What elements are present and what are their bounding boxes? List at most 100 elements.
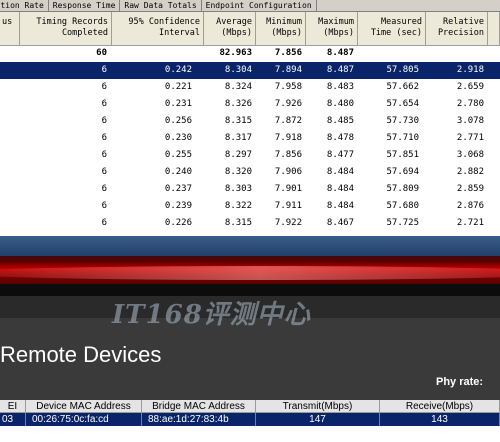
cell-conf: 0.239	[164, 201, 192, 211]
watermark-logo: IT168评测中心	[112, 300, 311, 330]
cell-max: 8.477	[326, 150, 354, 160]
column-header-transmit[interactable]: Transmit(Mbps)	[256, 400, 380, 413]
cell-min: 7.906	[274, 167, 302, 177]
cell-min: 7.856	[274, 150, 302, 160]
tab-raw-data-totals[interactable]: Raw Data Totals	[120, 0, 202, 11]
cell-avg: 8.324	[224, 82, 252, 92]
cell-time: 57.805	[386, 65, 419, 75]
table-row[interactable]: 6 0.255 8.297 7.856 8.477 57.851 3.068	[0, 147, 500, 164]
cell-min: 7.872	[274, 116, 302, 126]
cell-prec: 2.771	[456, 133, 484, 143]
column-header-ei[interactable]: EI	[0, 400, 26, 413]
cell-time: 57.851	[386, 150, 419, 160]
cell-time: 57.725	[386, 218, 419, 228]
column-header-measured-time[interactable]: Measured Time (sec)	[358, 12, 426, 46]
cell-min: 7.901	[274, 184, 302, 194]
cell-records: 6	[101, 218, 107, 228]
results-tab-strip: saction RateResponse TimeRaw Data Totals…	[0, 0, 500, 12]
cell-max: 8.484	[326, 167, 354, 177]
table-row[interactable]: 6 0.230 8.317 7.918 8.478 57.710 2.771	[0, 130, 500, 147]
column-header-maximum[interactable]: Maximum (Mbps)	[306, 12, 358, 46]
cell-prec: 2.918	[456, 65, 484, 75]
total-maximum: 8.487	[326, 48, 354, 58]
device-mac-cell[interactable]: 00:26:75:0c:fa:cd	[26, 413, 142, 426]
column-header-relative-precision[interactable]: Relative Precision	[426, 12, 488, 46]
cell-max: 8.484	[326, 184, 354, 194]
table-row[interactable]: 6 0.231 8.326 7.926 8.480 57.654 2.780	[0, 96, 500, 113]
cell-records: 6	[101, 65, 107, 75]
cell-avg: 8.315	[224, 116, 252, 126]
receive-cell[interactable]: 143	[380, 413, 500, 426]
cell-conf: 0.221	[164, 82, 192, 92]
cell-max: 8.478	[326, 133, 354, 143]
column-header-minimum[interactable]: Minimum (Mbps)	[256, 12, 306, 46]
cell-max: 8.485	[326, 116, 354, 126]
column-header-bridge-mac[interactable]: Bridge MAC Address	[142, 400, 256, 413]
cell-max: 8.487	[326, 65, 354, 75]
table-row[interactable]: 6 0.256 8.315 7.872 8.485 57.730 3.078	[0, 113, 500, 130]
tab-transaction-rate[interactable]: saction Rate	[0, 0, 49, 11]
timing-results-grid: saction RateResponse TimeRaw Data Totals…	[0, 0, 500, 236]
cell-time: 57.809	[386, 184, 419, 194]
total-average: 82.963	[219, 48, 252, 58]
banner-dark-strip	[0, 284, 500, 296]
total-minimum: 7.856	[274, 48, 302, 58]
bridge-mac-cell[interactable]: 88:ae:1d:27:83:4b	[142, 413, 256, 426]
cell-conf: 0.240	[164, 167, 192, 177]
cell-prec: 3.068	[456, 150, 484, 160]
total-records: 60	[96, 48, 107, 58]
cell-records: 6	[101, 201, 107, 211]
table-row[interactable]: 6 0.239 8.322 7.911 8.484 57.680 2.876	[0, 198, 500, 215]
table-row[interactable]: 6 0.242 8.304 7.894 8.487 57.805 2.918	[0, 62, 500, 79]
column-header-average[interactable]: Average (Mbps)	[204, 12, 256, 46]
cell-min: 7.958	[274, 82, 302, 92]
table-row[interactable]: 6 0.237 8.303 7.901 8.484 57.809 2.859	[0, 181, 500, 198]
tab-endpoint-configuration[interactable]: Endpoint Configuration	[202, 0, 317, 11]
column-header-device-mac[interactable]: Device MAC Address	[26, 400, 142, 413]
cell-conf: 0.226	[164, 218, 192, 228]
cell-records: 6	[101, 116, 107, 126]
cell-records: 6	[101, 184, 107, 194]
cell-conf: 0.237	[164, 184, 192, 194]
cell-min: 7.911	[274, 201, 302, 211]
cell-records: 6	[101, 150, 107, 160]
cell-avg: 8.326	[224, 99, 252, 109]
cell-avg: 8.304	[224, 65, 252, 75]
cell-records: 6	[101, 99, 107, 109]
cell-conf: 0.231	[164, 99, 192, 109]
banner-blue-bar	[0, 236, 500, 256]
phy-rate-label: Phy rate:	[436, 376, 484, 388]
cell-avg: 8.315	[224, 218, 252, 228]
cell-conf: 0.255	[164, 150, 192, 160]
cell-avg: 8.297	[224, 150, 252, 160]
table-row[interactable]: 6 0.226 8.315 7.922 8.467 57.725 2.721	[0, 215, 500, 232]
cell-avg: 8.320	[224, 167, 252, 177]
column-header-receive[interactable]: Receive(Mbps)	[380, 400, 500, 413]
cell-prec: 2.876	[456, 201, 484, 211]
cell-min: 7.922	[274, 218, 302, 228]
page-title: Remote Devices	[0, 342, 162, 367]
table-row[interactable]: 6 0.221 8.324 7.958 8.483 57.662 2.659	[0, 79, 500, 96]
cell-prec: 2.882	[456, 167, 484, 177]
column-header-records-completed[interactable]: Timing Records Completed	[20, 12, 112, 46]
cell-avg: 8.303	[224, 184, 252, 194]
cell-prec: 2.659	[456, 82, 484, 92]
transmit-cell[interactable]: 147	[256, 413, 380, 426]
remote-devices-panel: AP IT168评测中心 Remote Devices Phy rate: EI…	[0, 296, 500, 442]
banner-swoosh	[0, 266, 500, 280]
tab-response-time[interactable]: Response Time	[49, 0, 121, 11]
device-ei-cell[interactable]: 03	[0, 413, 26, 426]
cell-time: 57.680	[386, 201, 419, 211]
cell-max: 8.480	[326, 99, 354, 109]
cell-avg: 8.317	[224, 133, 252, 143]
table-empty-area	[0, 426, 500, 442]
cell-prec: 2.780	[456, 99, 484, 109]
cell-time: 57.662	[386, 82, 419, 92]
column-header-status[interactable]: us	[0, 12, 20, 46]
cell-conf: 0.256	[164, 116, 192, 126]
table-row[interactable]: 6 0.240 8.320 7.906 8.484 57.694 2.882	[0, 164, 500, 181]
cell-time: 57.694	[386, 167, 419, 177]
column-header-confidence-interval[interactable]: 95% Confidence Interval	[112, 12, 204, 46]
cell-max: 8.467	[326, 218, 354, 228]
cell-min: 7.918	[274, 133, 302, 143]
